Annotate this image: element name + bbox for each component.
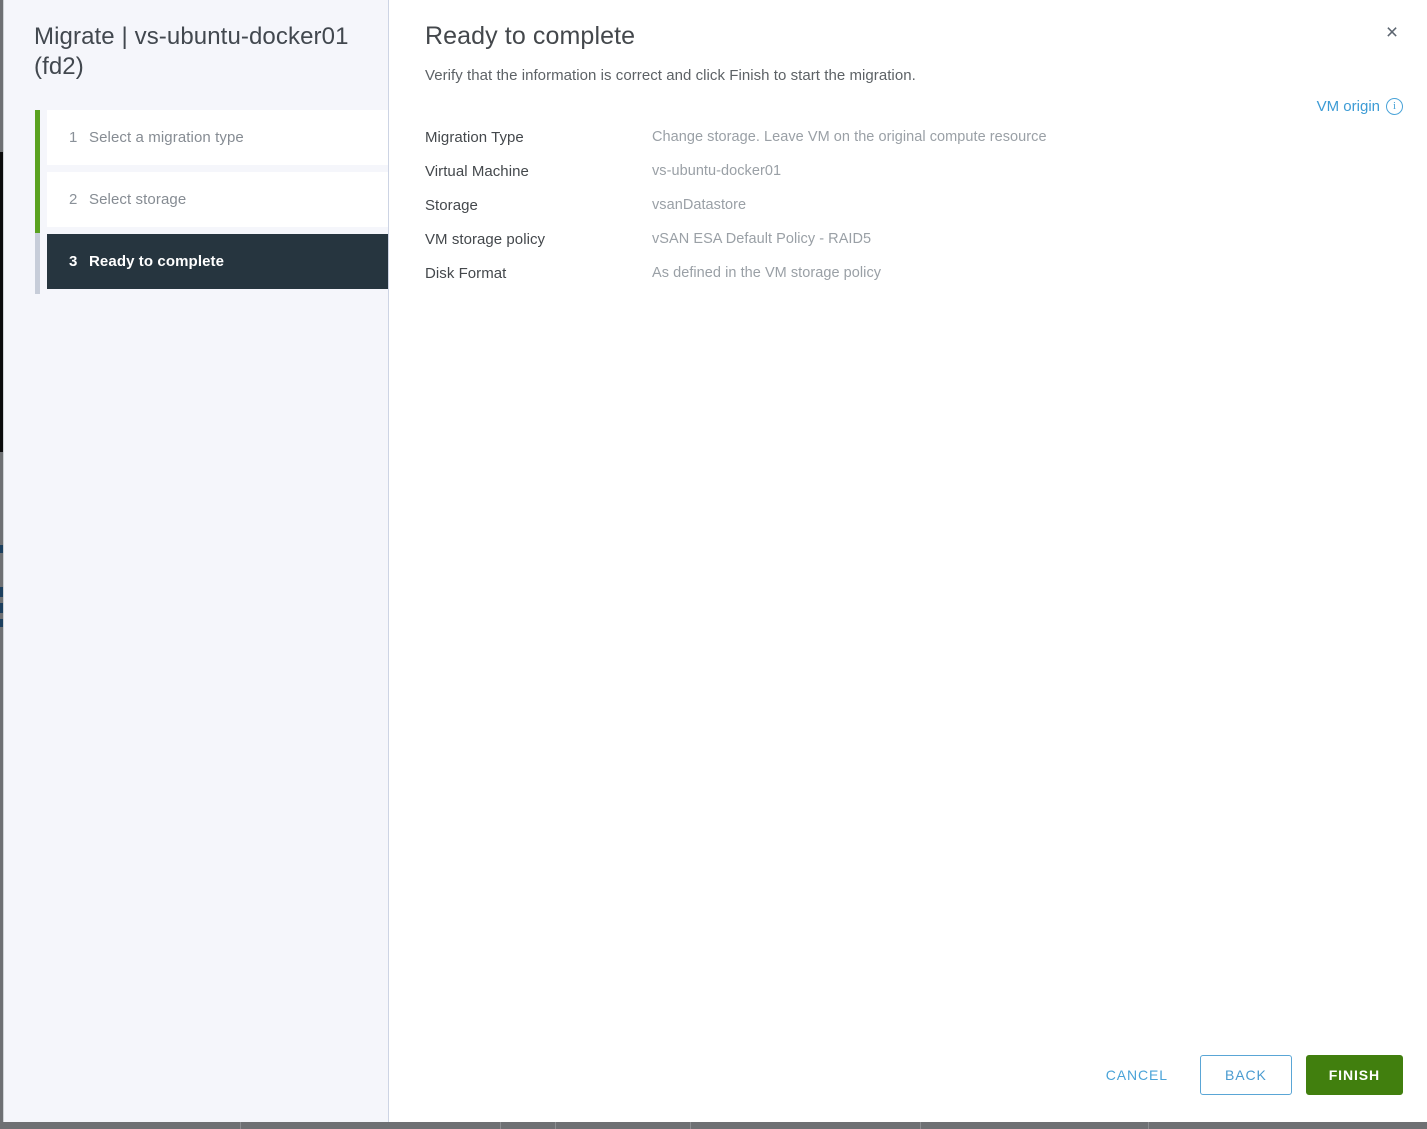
background-taskbar xyxy=(0,1122,1427,1129)
vm-origin-label: VM origin xyxy=(1316,98,1380,115)
summary-table: Migration Type Change storage. Leave VM … xyxy=(389,120,1427,290)
summary-row-virtual-machine: Virtual Machine vs-ubuntu-docker01 xyxy=(425,154,1427,188)
sidebar-step-select-migration-type[interactable]: 1 Select a migration type xyxy=(47,110,388,165)
taskbar-divider xyxy=(1148,1122,1149,1129)
taskbar-divider xyxy=(920,1122,921,1129)
taskbar-divider xyxy=(240,1122,241,1129)
vm-origin-link[interactable]: VM origin i xyxy=(1317,98,1403,115)
step-number: 2 xyxy=(69,191,78,208)
migrate-wizard-dialog: Migrate | vs-ubuntu-docker01 (fd2) 1 Sel… xyxy=(4,0,1427,1122)
main-header: Ready to complete Verify that the inform… xyxy=(389,0,1427,85)
wizard-title: Migrate | vs-ubuntu-docker01 (fd2) xyxy=(34,23,349,80)
wizard-main-panel: Ready to complete Verify that the inform… xyxy=(389,0,1427,1122)
wizard-footer: CANCEL BACK FINISH xyxy=(1088,1055,1403,1095)
step-label: Select storage xyxy=(89,191,187,208)
taskbar-divider xyxy=(555,1122,556,1129)
summary-label: VM storage policy xyxy=(425,230,546,248)
taskbar-divider xyxy=(500,1122,501,1129)
sidebar-step-select-storage[interactable]: 2 Select storage xyxy=(47,172,388,227)
wizard-sidebar: Migrate | vs-ubuntu-docker01 (fd2) 1 Sel… xyxy=(4,0,389,1122)
summary-row-storage: Storage vsanDatastore xyxy=(425,188,1427,222)
summary-label: Virtual Machine xyxy=(425,162,529,180)
taskbar-divider xyxy=(690,1122,691,1129)
summary-label: Disk Format xyxy=(425,264,507,282)
summary-label: Storage xyxy=(425,196,478,214)
summary-value: vs-ubuntu-docker01 xyxy=(652,163,782,179)
page-title: Ready to complete xyxy=(425,22,636,50)
sidebar-step-ready-to-complete[interactable]: 3 Ready to complete xyxy=(47,234,388,289)
page-subtitle: Verify that the information is correct a… xyxy=(425,67,916,84)
back-button[interactable]: BACK xyxy=(1199,1055,1292,1095)
summary-row-disk-format: Disk Format As defined in the VM storage… xyxy=(425,256,1427,290)
step-label: Select a migration type xyxy=(89,129,244,146)
summary-label: Migration Type xyxy=(425,128,524,146)
step-progress-completed xyxy=(35,110,40,233)
summary-value: As defined in the VM storage policy xyxy=(652,265,882,281)
step-number: 1 xyxy=(69,129,78,146)
finish-button[interactable]: FINISH xyxy=(1305,1055,1403,1095)
wizard-step-list: 1 Select a migration type 2 Select stora… xyxy=(4,110,388,294)
info-icon: i xyxy=(1386,98,1403,115)
cancel-button[interactable]: CANCEL xyxy=(1088,1057,1186,1093)
summary-row-vm-storage-policy: VM storage policy vSAN ESA Default Polic… xyxy=(425,222,1427,256)
summary-row-migration-type: Migration Type Change storage. Leave VM … xyxy=(425,120,1427,154)
step-number: 3 xyxy=(69,253,78,270)
step-label: Ready to complete xyxy=(89,253,225,270)
close-icon[interactable]: × xyxy=(1377,17,1407,47)
summary-value: vSAN ESA Default Policy - RAID5 xyxy=(652,231,872,247)
summary-value: vsanDatastore xyxy=(652,197,747,213)
summary-value: Change storage. Leave VM on the original… xyxy=(652,129,1047,145)
